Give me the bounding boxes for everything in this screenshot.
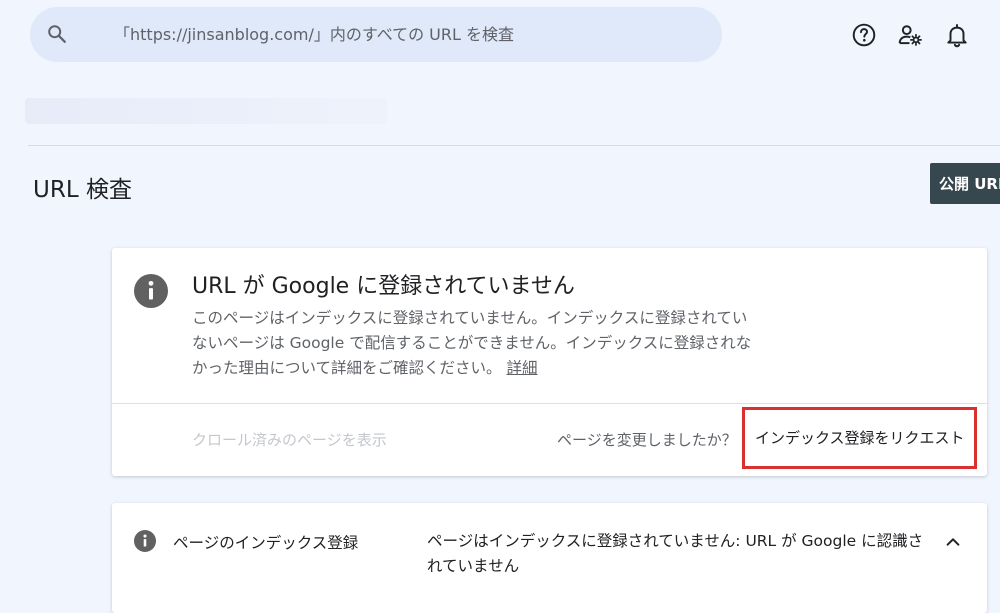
page-indexing-section: ページのインデックス登録 ページはインデックスに登録されていません: URL が…	[112, 503, 987, 613]
section-title: ページのインデックス登録	[173, 534, 359, 552]
request-indexing-button[interactable]: インデックス登録をリクエスト	[755, 420, 965, 454]
section-status: ページはインデックスに登録されていません: URL が Google に認識され…	[427, 532, 924, 575]
info-icon	[134, 274, 168, 308]
card-description: このページはインデックスに登録されていません。インデックスに登録されていないペー…	[192, 306, 752, 381]
bell-icon[interactable]	[944, 22, 970, 48]
view-crawled-page-link: クロール済みのページを表示	[192, 431, 387, 449]
faded-placeholder-strip	[25, 98, 387, 124]
card-divider	[112, 403, 987, 404]
header-divider	[28, 145, 1000, 146]
url-inspection-search-input[interactable]	[114, 19, 714, 49]
collapse-section-button[interactable]	[940, 529, 966, 555]
card-title: URL が Google に登録されていません	[192, 274, 575, 299]
description-text: このページはインデックスに登録されていません。インデックスに登録されていないペー…	[192, 309, 752, 377]
info-icon	[134, 530, 156, 552]
chevron-up-icon	[946, 538, 960, 546]
learn-more-link[interactable]: 詳細	[506, 359, 537, 377]
page-changed-question: ページを変更しましたか？	[557, 431, 737, 449]
search-icon[interactable]	[46, 23, 68, 45]
help-circle-icon[interactable]	[851, 22, 877, 48]
test-live-url-button[interactable]: 公開 URL	[930, 163, 1000, 204]
account-settings-icon[interactable]	[897, 22, 923, 48]
search-bar[interactable]	[30, 7, 722, 62]
page-title: URL 検査	[33, 177, 132, 203]
index-status-card: URL が Google に登録されていません このページはインデックスに登録さ…	[112, 248, 987, 476]
